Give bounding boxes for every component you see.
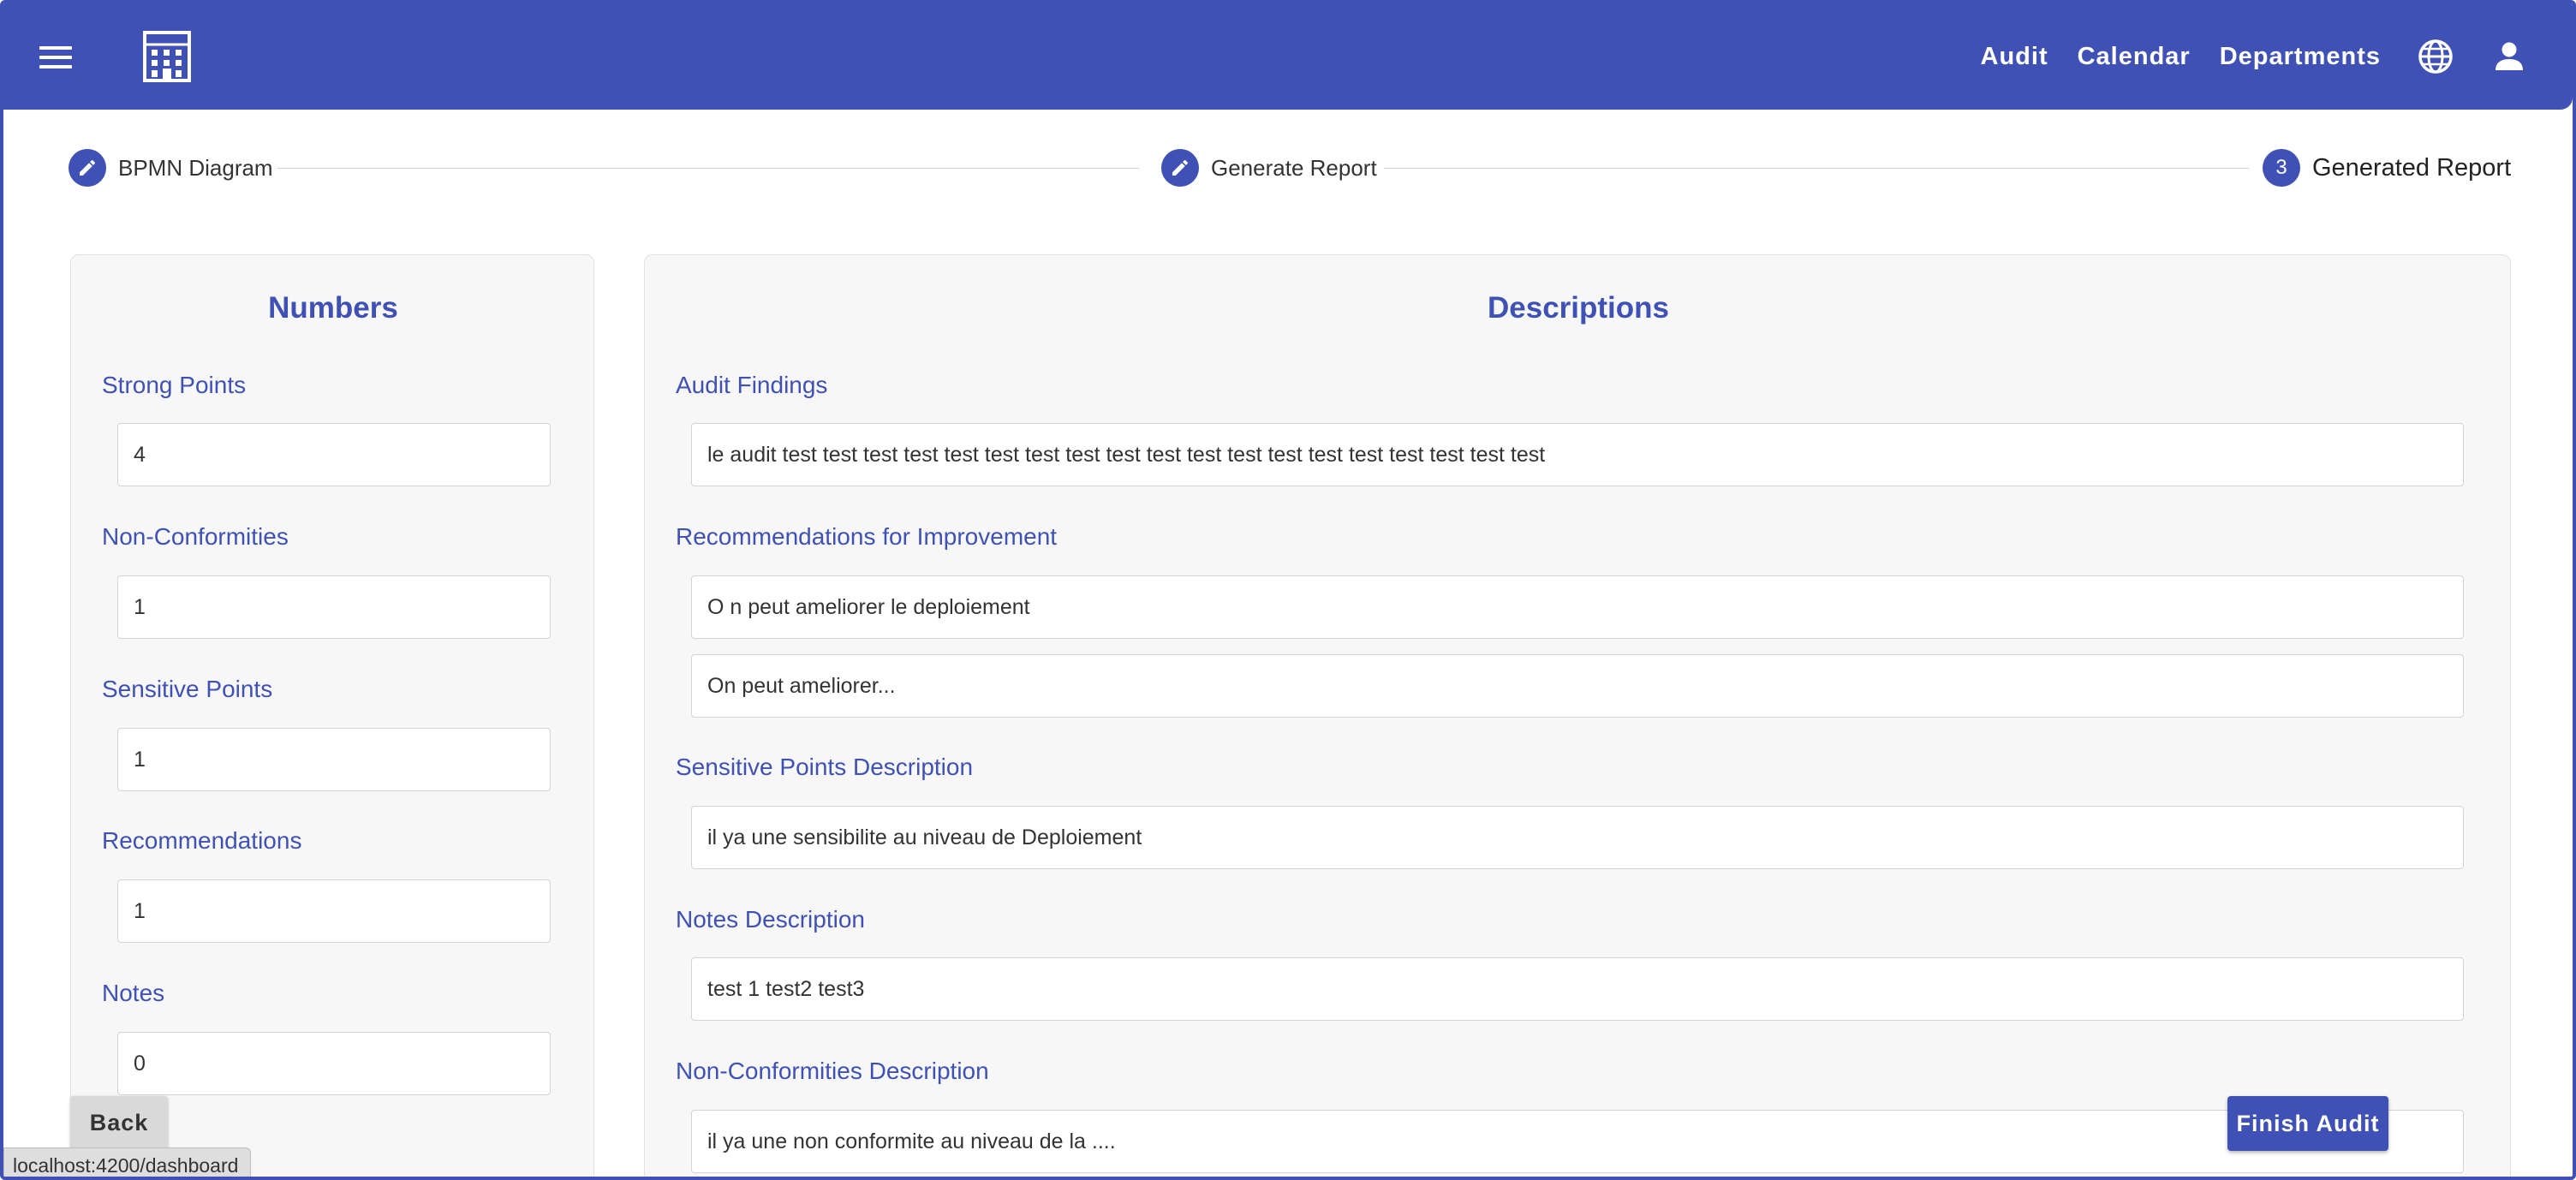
recommendation-input-1[interactable]: O n peut ameliorer le deploiement <box>691 575 2464 639</box>
step-label: Generate Report <box>1211 154 1377 181</box>
recommendations-improvement-label: Recommendations for Improvement <box>676 523 1058 550</box>
notes-description-input[interactable]: test 1 test2 test3 <box>691 957 2464 1021</box>
descriptions-card: Descriptions Audit Findings le audit tes… <box>644 254 2511 1177</box>
sensitive-points-input[interactable]: 1 <box>117 728 551 791</box>
audit-findings-input[interactable]: le audit test test test test test test t… <box>691 423 2464 486</box>
notes-description-label: Notes Description <box>676 906 865 933</box>
report-stepper: BPMN Diagram Generate Report 3 Generated… <box>69 149 2511 187</box>
pencil-edit-icon <box>69 149 106 187</box>
step-generate-report[interactable]: Generate Report <box>1161 149 1377 187</box>
app-window: Audit Calendar Departments BPMN Diagram … <box>0 0 2576 1180</box>
top-toolbar: Audit Calendar Departments <box>3 3 2573 110</box>
person-icon[interactable] <box>2490 38 2528 75</box>
hamburger-menu-icon[interactable] <box>39 46 72 72</box>
back-button[interactable]: Back <box>70 1096 168 1149</box>
nav-audit[interactable]: Audit <box>1981 43 2048 71</box>
step-generated-report[interactable]: 3 Generated Report <box>2263 149 2511 187</box>
globe-icon[interactable] <box>2417 38 2454 75</box>
step-label: BPMN Diagram <box>118 154 273 181</box>
audit-findings-label: Audit Findings <box>676 372 828 398</box>
step-label: Generated Report <box>2312 153 2512 182</box>
numbers-title: Numbers <box>268 291 398 325</box>
strong-points-input[interactable]: 4 <box>117 423 551 486</box>
recommendations-label: Recommendations <box>102 827 302 854</box>
top-nav: Audit Calendar Departments <box>1952 3 2528 110</box>
nav-departments[interactable]: Departments <box>2220 43 2381 71</box>
step-connector <box>1384 168 2249 169</box>
status-bar-url: localhost:4200/dashboard <box>3 1147 252 1177</box>
sensitive-points-description-label: Sensitive Points Description <box>676 754 974 780</box>
recommendation-input-2[interactable]: On peut ameliorer... <box>691 654 2464 718</box>
step-number: 3 <box>2263 149 2300 187</box>
strong-points-label: Strong Points <box>102 372 247 398</box>
step-bpmn-diagram[interactable]: BPMN Diagram <box>69 149 273 187</box>
non-conformities-label: Non-Conformities <box>102 523 289 550</box>
recommendations-input[interactable]: 1 <box>117 879 551 943</box>
sensitive-points-label: Sensitive Points <box>102 676 273 702</box>
non-conformities-description-label: Non-Conformities Description <box>676 1058 989 1084</box>
step-connector <box>277 168 1139 169</box>
sensitive-points-description-input[interactable]: il ya une sensibilite au niveau de Deplo… <box>691 806 2464 869</box>
non-conformities-input[interactable]: 1 <box>117 575 551 639</box>
descriptions-title: Descriptions <box>1488 291 1669 325</box>
notes-label: Notes <box>102 980 165 1006</box>
pencil-edit-icon <box>1161 149 1199 187</box>
finish-audit-button[interactable]: Finish Audit <box>2227 1096 2388 1151</box>
nav-calendar[interactable]: Calendar <box>2078 43 2191 71</box>
numbers-card: Numbers Strong Points 4 Non-Conformities… <box>70 254 594 1177</box>
notes-input[interactable]: 0 <box>117 1032 551 1095</box>
non-conformities-description-input[interactable]: il ya une non conformite au niveau de la… <box>691 1110 2464 1173</box>
building-logo-icon[interactable] <box>142 29 192 84</box>
